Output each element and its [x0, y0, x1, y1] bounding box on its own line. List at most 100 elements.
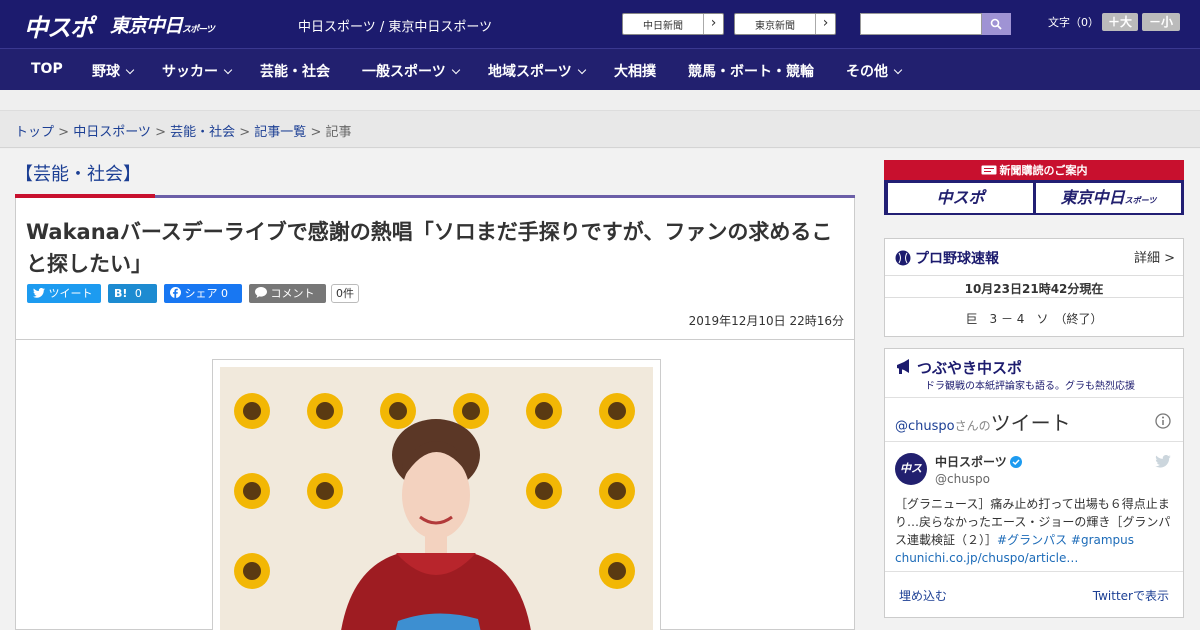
breadcrumb-sep: >: [150, 125, 171, 140]
font-size-label: 文字（0）: [1048, 16, 1099, 29]
nav-label: 野球: [92, 64, 120, 80]
site-links[interactable]: 中日スポーツ / 東京中日スポーツ: [298, 16, 492, 35]
section-title: 【芸能・社会】: [15, 164, 141, 185]
nav-label: 芸能・社会: [260, 64, 330, 80]
breadcrumb-sep: >: [306, 125, 326, 140]
comment-label: コメント: [270, 287, 315, 300]
facebook-share-label: シェア: [184, 287, 218, 300]
tweet-author-name[interactable]: 中日スポーツ: [935, 453, 1022, 470]
breadcrumb-current: 記事: [325, 125, 352, 140]
speech-bubble-icon: [255, 287, 267, 298]
breadcrumb-top[interactable]: トップ: [15, 125, 54, 140]
tweet-hashtag[interactable]: #grampus: [1071, 533, 1134, 547]
nav-top[interactable]: TOP: [31, 61, 63, 77]
subscribe-tokyo-small: スポーツ: [1124, 196, 1157, 205]
hatena-icon: B!: [114, 287, 128, 300]
breadcrumb: トップ > 中日スポーツ > 芸能・社会 > 記事一覧 > 記事: [15, 121, 352, 140]
subscription-banner[interactable]: 新聞購読のご案内 中スポ 東京中日スポーツ: [884, 160, 1184, 215]
twitter-handle-link[interactable]: @chuspo: [895, 419, 955, 434]
tokyo-chunichi-logo[interactable]: 東京中日スポーツ: [110, 11, 215, 38]
nav-label: 競馬・ボート・競輪: [688, 64, 814, 80]
divider: [885, 441, 1183, 442]
main-nav: TOP 野球 サッカー 芸能・社会 一般スポーツ 地域スポーツ 大相撲 競馬・ボ…: [0, 48, 1200, 90]
facebook-share-button[interactable]: シェア 0: [164, 284, 242, 303]
tweet-link[interactable]: chunichi.co.jp/chuspo/article…: [895, 551, 1078, 565]
subscribe-chuspo-button[interactable]: 中スポ: [888, 183, 1033, 213]
tokyo-logo-sub: スポーツ: [182, 25, 215, 35]
tweet-button[interactable]: ツイート: [27, 284, 101, 303]
twitter-box-subtitle: ドラ観戦の本紙評論家も語る。グラも熱烈応援: [925, 381, 1135, 392]
nav-label: 大相撲: [614, 64, 656, 80]
chunichi-shimbun-label: 中日新聞: [643, 21, 683, 32]
nav-general-sports[interactable]: 一般スポーツ: [362, 61, 460, 81]
tweet-hashtag[interactable]: #グランパス: [997, 533, 1067, 547]
nav-label: TOP: [31, 61, 63, 77]
spacer-strip: [0, 90, 1200, 111]
twitter-box-title: つぶやき中スポ: [895, 357, 1022, 378]
tokyo-shimbun-button[interactable]: 東京新聞 ›: [734, 13, 836, 35]
nav-entertainment[interactable]: 芸能・社会: [260, 61, 330, 81]
breadcrumb-sep: >: [54, 125, 74, 140]
breadcrumb-category[interactable]: 芸能・社会: [170, 125, 235, 140]
info-icon[interactable]: [1155, 413, 1171, 429]
tokyo-shimbun-label: 東京新聞: [755, 21, 795, 32]
baseball-title-text: プロ野球速報: [915, 251, 999, 267]
twitter-bird-icon: [33, 287, 45, 298]
chunichi-shimbun-button[interactable]: 中日新聞 ›: [622, 13, 724, 35]
comment-count-badge: 0件: [331, 284, 359, 303]
breadcrumb-list[interactable]: 記事一覧: [254, 125, 306, 140]
article-headline: Wakanaバースデーライブで感謝の熱唱「ソロまだ手探りですが、ファンの求めるこ…: [26, 220, 833, 276]
baseball-updated-time: 10月23日21時42分現在: [964, 282, 1104, 296]
baseball-detail-link[interactable]: 詳細 >: [1134, 247, 1175, 266]
subscribe-tokyo-label: 東京中日: [1060, 188, 1125, 207]
facebook-share-count: 0: [221, 287, 228, 300]
hatena-bookmark-button[interactable]: B! 0: [108, 284, 157, 303]
subscribe-tokyo-button[interactable]: 東京中日スポーツ: [1036, 183, 1181, 213]
article-header: Wakanaバースデーライブで感謝の熱唱「ソロまだ手探りですが、ファンの求めるこ…: [15, 198, 855, 340]
nav-soccer[interactable]: サッカー: [162, 61, 233, 81]
baseball-icon: [895, 250, 911, 266]
article-datetime: 2019年12月10日 22時16分: [688, 314, 844, 328]
chevron-down-icon: [451, 65, 460, 75]
chevron-down-icon: [125, 65, 135, 75]
wakana-photo-illustration: [220, 367, 653, 630]
nav-label: サッカー: [162, 64, 218, 80]
twitter-box: つぶやき中スポ ドラ観戦の本紙評論家も語る。グラも熱烈応援 @chuspoさんの…: [884, 348, 1184, 618]
tweet-author-name-text: 中日スポーツ: [935, 455, 1007, 469]
nav-label: 一般スポーツ: [362, 64, 446, 80]
top-header: 中スポ 東京中日スポーツ 中日スポーツ / 東京中日スポーツ 中日新聞 › 東京…: [0, 0, 1200, 48]
tweet-text[interactable]: ［グラニュース］痛み止め打って出場も６得点止まり…戻らなかったエース・ジョーの輝…: [895, 495, 1175, 567]
chevron-down-icon: [223, 65, 233, 75]
search-input[interactable]: [860, 13, 982, 35]
font-smaller-button[interactable]: －小: [1142, 13, 1180, 31]
megaphone-icon: [897, 359, 909, 374]
nav-sumo[interactable]: 大相撲: [614, 61, 656, 81]
nav-racing[interactable]: 競馬・ボート・競輪: [688, 61, 814, 81]
facebook-icon: [170, 287, 181, 298]
breadcrumb-chunichi-sports[interactable]: 中日スポーツ: [73, 125, 151, 140]
nav-others[interactable]: その他: [846, 61, 903, 81]
chuspo-logo[interactable]: 中スポ: [24, 8, 94, 43]
breadcrumb-bar: トップ > 中日スポーツ > 芸能・社会 > 記事一覧 > 記事: [0, 111, 1200, 148]
tweet-author-handle[interactable]: @chuspo: [935, 472, 990, 486]
tokyo-logo-text: 東京中日: [110, 15, 183, 37]
twitter-bird-icon[interactable]: [1155, 455, 1171, 468]
avatar[interactable]: 中スポ: [895, 453, 927, 507]
embed-link[interactable]: 埋め込む: [899, 587, 947, 604]
search-button[interactable]: [982, 13, 1011, 35]
view-on-twitter-link[interactable]: Twitterで表示: [1093, 587, 1169, 604]
article-photo-card: [15, 340, 855, 630]
hatena-count: 0: [134, 287, 142, 300]
chevron-down-icon: [577, 65, 586, 75]
photo-frame: [212, 359, 661, 630]
twitter-timeline-header: @chuspoさんのツイート: [895, 407, 1071, 436]
article-photo[interactable]: [220, 367, 653, 630]
comment-button[interactable]: コメント: [249, 284, 326, 303]
nav-baseball[interactable]: 野球: [92, 61, 135, 81]
twitter-box-title-text: つぶやき中スポ: [917, 359, 1023, 377]
font-bigger-button[interactable]: ＋大: [1102, 13, 1138, 31]
baseball-score[interactable]: 巨 3 － 4 ソ （終了）: [885, 310, 1183, 327]
baseball-score-box: プロ野球速報 詳細 > 10月23日21時42分現在 巨 3 － 4 ソ （終了…: [884, 238, 1184, 337]
chevron-down-icon: [893, 65, 903, 75]
nav-local-sports[interactable]: 地域スポーツ: [488, 61, 586, 81]
